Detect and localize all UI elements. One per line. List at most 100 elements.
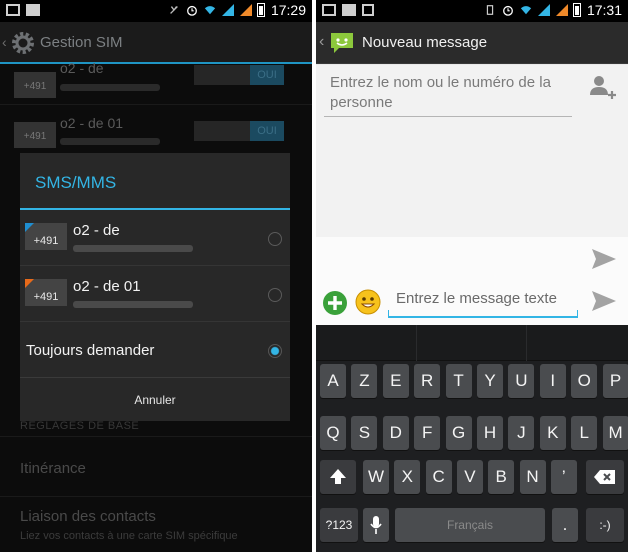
sim-name: o2 - de 01: [60, 115, 124, 131]
contacts-link-setting[interactable]: Liaison des contacts: [20, 508, 156, 525]
back-icon[interactable]: ‹: [319, 33, 324, 51]
symbols-key[interactable]: ?123: [320, 508, 358, 542]
radio-button[interactable]: [268, 232, 282, 246]
contacts-link-subtitle: Liez vos contacts à une carte SIM spécif…: [20, 530, 238, 542]
picture-icon: [342, 4, 356, 16]
sim-number-redacted: [73, 245, 193, 252]
left-screen: 17:29 ‹ Gestion SIM +491 o2 - de OUI +49…: [0, 0, 312, 552]
key-s[interactable]: S: [351, 416, 378, 450]
status-time: 17:31: [586, 2, 622, 18]
key-y[interactable]: Y: [477, 364, 503, 398]
divider: [0, 104, 312, 105]
key-m[interactable]: M: [602, 416, 628, 450]
usb-icon: [362, 4, 374, 16]
send-icon[interactable]: [590, 245, 618, 273]
no-data-icon: [170, 6, 178, 14]
messaging-app-icon[interactable]: [329, 30, 355, 56]
shift-icon: [330, 469, 346, 484]
recipient-input[interactable]: Entrez le nom ou le numéro de la personn…: [324, 73, 572, 117]
roaming-setting[interactable]: Itinérance: [20, 460, 86, 477]
battery-icon: [256, 3, 265, 17]
radio-button[interactable]: [268, 288, 282, 302]
sim-chip-label: +491: [33, 291, 59, 303]
key-f[interactable]: F: [414, 416, 441, 450]
key-i[interactable]: I: [539, 364, 566, 398]
sim-name: o2 - de: [73, 222, 120, 239]
gear-icon[interactable]: [10, 30, 36, 56]
signal-icon-1: [537, 4, 550, 16]
microphone-icon: [370, 516, 382, 534]
sim-number-redacted: [73, 301, 193, 308]
emoticon-key[interactable]: :-): [586, 508, 624, 542]
status-time: 17:29: [270, 2, 306, 18]
sim-chip-label: +491: [33, 235, 59, 247]
sim-chip: +491: [14, 122, 56, 148]
signal-icon-1: [221, 4, 234, 16]
key-apostrophe[interactable]: ’: [550, 460, 577, 494]
sim-number-redacted: [60, 138, 160, 145]
cancel-button[interactable]: Annuler: [20, 377, 290, 421]
space-key[interactable]: Français: [395, 508, 545, 542]
key-g[interactable]: G: [445, 416, 472, 450]
dialog-option-sim-1[interactable]: +491 o2 - de: [20, 210, 290, 266]
attach-plus-icon[interactable]: [322, 290, 348, 316]
dialog-title: SMS/MMS: [35, 173, 117, 192]
key-t[interactable]: T: [445, 364, 472, 398]
dialog-option-sim-2[interactable]: +491 o2 - de 01: [20, 266, 290, 322]
key-x[interactable]: X: [394, 460, 421, 494]
key-a[interactable]: A: [320, 364, 346, 398]
key-q[interactable]: Q: [320, 416, 346, 450]
key-z[interactable]: Z: [351, 364, 378, 398]
battery-icon: [572, 3, 581, 17]
toggle-label: OUI: [250, 121, 284, 141]
key-o[interactable]: O: [571, 364, 598, 398]
key-d[interactable]: D: [382, 416, 409, 450]
action-bar: ‹ Nouveau message: [316, 22, 628, 64]
sim-toggle[interactable]: OUI: [194, 65, 284, 85]
key-w[interactable]: W: [363, 460, 389, 494]
sim-chip: +491: [25, 279, 67, 306]
key-u[interactable]: U: [508, 364, 535, 398]
back-icon[interactable]: ‹: [2, 34, 7, 50]
signal-icon-2: [239, 4, 252, 16]
alarm-icon: [187, 5, 197, 16]
key-j[interactable]: J: [508, 416, 535, 450]
alarm-icon: [503, 5, 513, 16]
divider: [0, 496, 312, 497]
wifi-icon: [520, 6, 532, 15]
send-icon[interactable]: [590, 287, 618, 315]
page-title: Nouveau message: [362, 34, 488, 51]
keyboard: A Z E R T Y U I O P Q S D F G H J K L M W X C V B N’ ?123 Français.…: [316, 325, 628, 552]
key-b[interactable]: B: [488, 460, 515, 494]
key-e[interactable]: E: [382, 364, 409, 398]
sim-name: o2 - de: [60, 60, 104, 76]
key-l[interactable]: L: [571, 416, 598, 450]
sim-toggle[interactable]: OUI: [194, 121, 284, 141]
sim-name: o2 - de 01: [73, 278, 141, 295]
mail-icon: [6, 4, 20, 16]
microphone-key[interactable]: [363, 508, 389, 542]
status-bar: 17:31: [316, 0, 628, 22]
key-c[interactable]: C: [425, 460, 452, 494]
key-v[interactable]: V: [456, 460, 483, 494]
key-r[interactable]: R: [414, 364, 441, 398]
backspace-key[interactable]: [586, 460, 624, 494]
key-n[interactable]: N: [519, 460, 546, 494]
right-screen: 17:31 ‹ Nouveau message Entrez le nom ou…: [316, 0, 628, 552]
picture-icon: [26, 4, 40, 16]
period-key[interactable]: .: [552, 508, 578, 542]
sim-color-marker: [25, 223, 34, 232]
dialog-option-always-ask[interactable]: Toujours demander: [20, 322, 290, 378]
status-bar: 17:29: [0, 0, 312, 22]
shift-key[interactable]: [320, 460, 356, 494]
divider: [0, 436, 312, 437]
signal-icon-2: [555, 4, 568, 16]
radio-button-selected[interactable]: [268, 344, 282, 358]
key-p[interactable]: P: [602, 364, 628, 398]
toggle-label: OUI: [250, 65, 284, 85]
add-contact-icon[interactable]: [588, 73, 616, 101]
smiley-icon[interactable]: [354, 288, 382, 316]
key-k[interactable]: K: [539, 416, 566, 450]
key-h[interactable]: H: [477, 416, 503, 450]
message-input[interactable]: Entrez le message texte: [388, 286, 578, 318]
